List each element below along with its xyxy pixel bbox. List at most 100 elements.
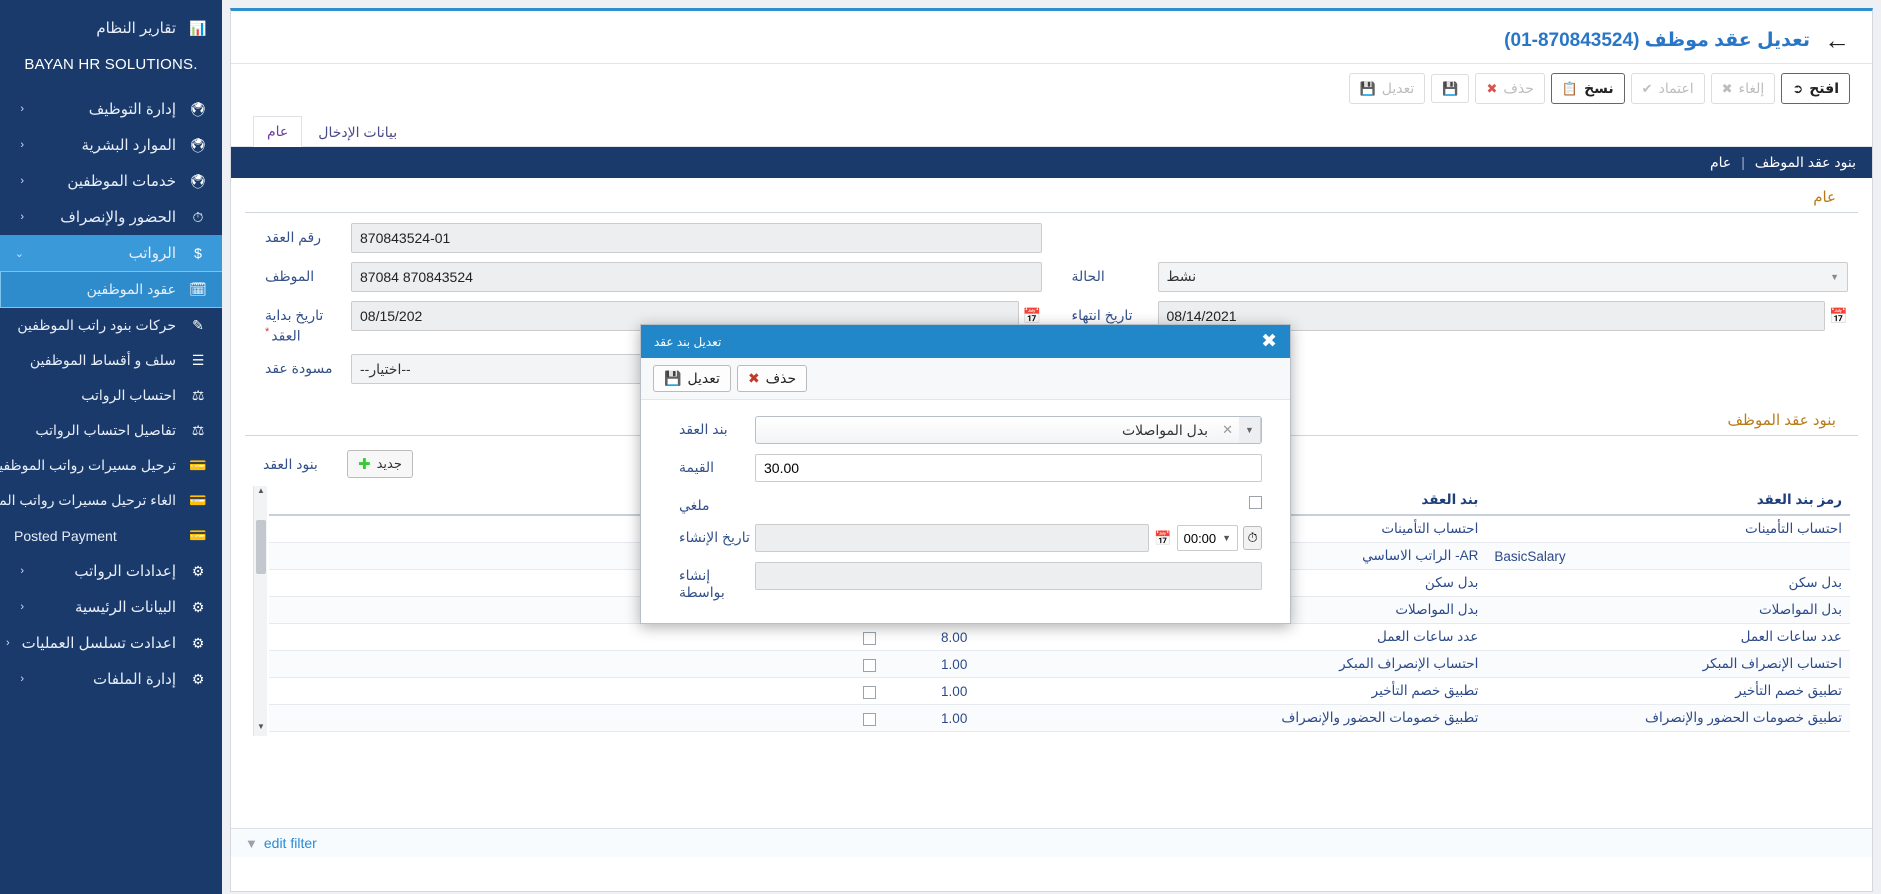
clear-x-icon[interactable]: ✕ <box>1216 422 1239 438</box>
time-value: 00:00 <box>1183 530 1217 546</box>
cancelled-checkbox[interactable] <box>1249 496 1262 509</box>
field-label: مسودة عقد <box>265 360 333 377</box>
table-row[interactable]: عدد ساعات العمل عدد ساعات العمل 8.00 <box>269 623 1850 652</box>
copy-button[interactable]: 📋 نسخ <box>1550 73 1625 104</box>
cell-code: تطبيق خصومات الحضور والإنصراف <box>1486 704 1850 733</box>
sidebar-item-human-resources[interactable]: 🖲 الموارد البشرية ‹ <box>0 127 222 163</box>
calendar-icon[interactable]: 📅 <box>1023 307 1042 325</box>
table-row[interactable]: احتساب الإنصراف المبكر احتساب الإنصراف ا… <box>269 650 1850 679</box>
approve-button[interactable]: ✔ اعتماد <box>1630 73 1705 104</box>
table-row[interactable]: تطبيق خصومات الحضور والإنصراف تطبيق خصوم… <box>269 704 1850 733</box>
checkbox[interactable] <box>863 685 877 699</box>
clock-icon[interactable]: ⏱ <box>1243 526 1262 550</box>
breadcrumb-separator: | <box>1741 153 1745 170</box>
close-icon[interactable]: ✖ <box>1261 332 1277 351</box>
cell-name: احتساب الإنصراف المبكر <box>1075 650 1487 679</box>
main-content: ← تعديل عقد موظف (870843524-01) 💾 تعديل … <box>222 0 1881 894</box>
sidebar-item-unpost-payroll[interactable]: 💳 الغاء ترحيل مسيرات رواتب الموظفين <box>0 483 222 518</box>
sidebar-item-recruitment[interactable]: 🖲 إدارة التوظيف ‹ <box>0 91 222 127</box>
field-label: الحالة <box>1071 267 1105 284</box>
sidebar-item-label: تفاصيل احتساب الرواتب <box>35 422 176 438</box>
created-date-input[interactable] <box>755 524 1150 552</box>
tab-input-data[interactable]: بيانات الإدخال <box>304 117 411 147</box>
new-item-button[interactable]: ✚ جديد <box>347 450 413 479</box>
cancel-button[interactable]: ✖ إلغاء <box>1710 73 1776 104</box>
caret-down-icon[interactable]: ▼ <box>1239 417 1261 443</box>
vertical-scrollbar[interactable]: ▲ ▼ <box>253 486 268 737</box>
sidebar-item-employee-contracts[interactable]: 🗓 عقود الموظفين <box>0 271 222 308</box>
sidebar-item-label: حركات بنود راتب الموظفين <box>17 317 176 333</box>
checkbox[interactable] <box>863 658 877 672</box>
chevron-left-icon: ‹ <box>20 175 24 187</box>
approve-button-label: اعتماد <box>1658 80 1694 96</box>
cell-cancelled[interactable] <box>806 731 934 737</box>
save-button[interactable]: 💾 <box>1431 73 1470 104</box>
content-card: ← تعديل عقد موظف (870843524-01) 💾 تعديل … <box>230 8 1873 892</box>
field-label: تاريخ الإنشاء <box>679 529 750 545</box>
cell-name: تطبيق خصم التأخير <box>1075 677 1487 706</box>
clock-icon: ⏱ <box>192 208 204 225</box>
time-select[interactable]: 00:00 ▼ <box>1176 525 1239 551</box>
save-disk-icon: 💾 <box>1359 80 1376 96</box>
sidebar-item-loans-installments[interactable]: ☰ سلف و أقساط الموظفين <box>0 343 222 378</box>
sidebar-item-system-reports[interactable]: 📊 تقارير النظام <box>0 10 222 46</box>
contract-number-input[interactable] <box>351 222 1042 253</box>
created-by-input[interactable] <box>755 562 1262 590</box>
employee-input[interactable] <box>351 261 1042 292</box>
sidebar-item-workflow-settings[interactable]: ⚙ اعدادت تسلسل العمليات ‹ <box>0 625 222 661</box>
dialog-field-value: القيمة <box>669 454 1262 482</box>
table-row[interactable]: Hardship Hardship 0.00 <box>269 731 1850 737</box>
sidebar-item-attendance[interactable]: ⏱ الحضور والإنصراف ‹ <box>0 199 222 235</box>
arrow-left-icon[interactable]: ← <box>1824 27 1850 53</box>
tab-general[interactable]: عام <box>253 115 303 147</box>
scroll-down-arrow[interactable]: ▼ <box>254 722 268 736</box>
calendar-icon[interactable]: 📅 <box>1154 530 1171 547</box>
cell-code: تطبيق خصم التأخير <box>1486 677 1850 706</box>
value-input[interactable] <box>755 454 1262 482</box>
chevron-down-icon: ⌄ <box>14 247 24 260</box>
cell-created-by <box>269 677 807 706</box>
sidebar-item-post-payroll[interactable]: 💳 ترحيل مسيرات رواتب الموظفين <box>0 448 222 483</box>
sidebar-item-payroll-settings[interactable]: ⚙ إعدادات الرواتب ‹ <box>0 553 222 589</box>
edit-filter-link[interactable]: edit filter ▼ <box>245 835 317 851</box>
dialog-body: بند العقد بدل المواصلات ✕ ▼ القيمة 30.00… <box>641 400 1290 621</box>
scrollbar-thumb[interactable] <box>256 520 266 575</box>
id-card-icon: 🖲 <box>189 172 207 189</box>
edit-button[interactable]: 💾 تعديل <box>1348 73 1426 104</box>
dialog-delete-button[interactable]: ✖ حذف <box>736 365 808 392</box>
sidebar-item-salary-calculation[interactable]: ⚖ احتساب الرواتب <box>0 378 222 413</box>
check-circle-icon: ✔ <box>1641 80 1653 96</box>
sidebar-item-salary-item-movements[interactable]: ✎ حركات بنود راتب الموظفين <box>0 308 222 343</box>
open-button[interactable]: ➲ افتح <box>1781 73 1850 104</box>
sidebar-item-master-data[interactable]: ⚙ البيانات الرئيسية ‹ <box>0 589 222 625</box>
cell-cancelled[interactable] <box>806 704 934 733</box>
cell-cancelled[interactable] <box>806 650 934 679</box>
cell-code: بدل المواصلات <box>1486 596 1850 625</box>
table-row[interactable]: تطبيق خصم التأخير تطبيق خصم التأخير 1.00 <box>269 677 1850 706</box>
field-contract-number: رقم العقد <box>255 222 1042 253</box>
open-icon: ➲ <box>1792 80 1804 96</box>
status-select[interactable]: نشط ▼ <box>1157 261 1848 292</box>
cell-cancelled[interactable] <box>806 623 934 652</box>
column-header-code[interactable]: رمز بند العقد <box>1486 486 1850 517</box>
calendar-icon[interactable]: 📅 <box>1829 307 1848 325</box>
cell-code: احتساب الإنصراف المبكر <box>1486 650 1850 679</box>
chevron-left-icon: ‹ <box>20 565 24 577</box>
cell-name: تطبيق خصومات الحضور والإنصراف <box>1075 704 1487 733</box>
dialog-field-cancelled: ملغي <box>669 492 1262 514</box>
id-card-icon: 🖲 <box>189 100 207 117</box>
sidebar-item-salary-calculation-details[interactable]: ⚖ تفاصيل احتساب الرواتب <box>0 413 222 448</box>
sidebar-item-payroll[interactable]: $ الرواتب ⌄ <box>0 235 222 271</box>
sidebar-item-file-management[interactable]: ⚙ إدارة الملفات ‹ <box>0 661 222 697</box>
scroll-up-arrow[interactable]: ▲ <box>254 486 268 500</box>
cell-created-by <box>269 650 807 679</box>
sidebar-item-posted-payment[interactable]: 💳 Posted Payment <box>0 518 222 553</box>
checkbox[interactable] <box>863 712 877 726</box>
contract-item-select[interactable]: بدل المواصلات ✕ ▼ <box>755 416 1262 444</box>
checkbox[interactable] <box>863 631 877 645</box>
dialog-save-button[interactable]: 💾 تعديل <box>653 365 731 392</box>
cell-cancelled[interactable] <box>806 677 934 706</box>
action-toolbar: 💾 تعديل 💾 ✖ حذف 📋 نسخ ✔ اعتماد ✖ إلغاء ➲… <box>231 63 1872 113</box>
delete-button[interactable]: ✖ حذف <box>1475 73 1545 104</box>
sidebar-item-employee-services[interactable]: 🖲 خدمات الموظفين ‹ <box>0 163 222 199</box>
